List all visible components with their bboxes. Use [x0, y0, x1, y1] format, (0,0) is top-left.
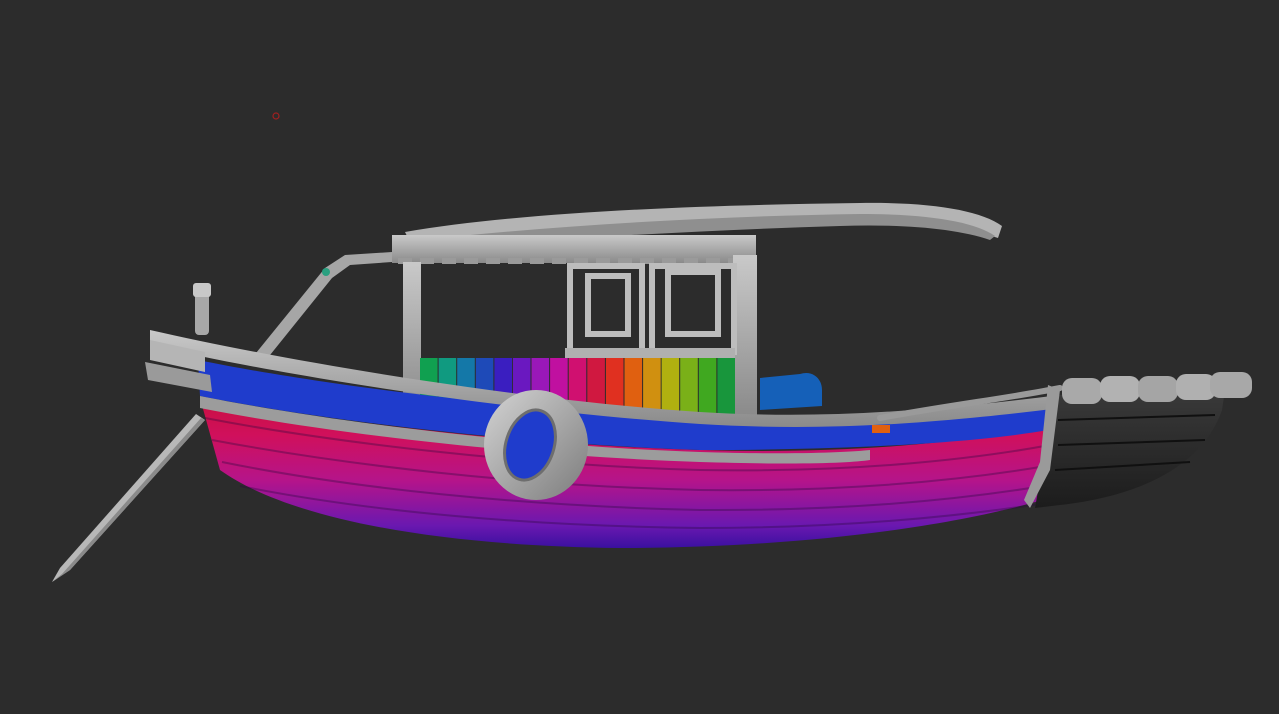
window-sill: [565, 348, 735, 358]
seat-cushion: [760, 372, 822, 410]
cabin-wall-panel: [680, 358, 698, 419]
cabin-wall-panel: [698, 358, 717, 420]
cabin-window: [567, 263, 737, 355]
3d-viewport[interactable]: [0, 0, 1279, 714]
prow-cap: [193, 283, 211, 297]
oar: [52, 414, 205, 582]
lifebuoy-tire: [484, 390, 588, 500]
boat-model[interactable]: [0, 0, 1279, 714]
cabin-wall-panel: [717, 358, 735, 420]
mast-pole: [252, 252, 392, 365]
cursor-marker: [272, 112, 280, 120]
rail-fitting: [872, 425, 890, 433]
mast-fitting: [322, 268, 330, 276]
stern: [1035, 390, 1225, 508]
